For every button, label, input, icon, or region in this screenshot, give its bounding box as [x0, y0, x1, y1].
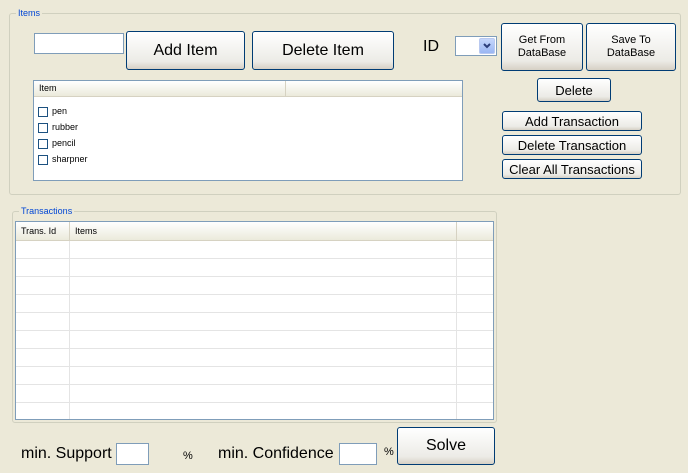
column-header-items-label: Items — [75, 226, 98, 236]
get-from-database-button[interactable]: Get From DataBase — [501, 23, 583, 71]
delete-item-button[interactable]: Delete Item — [252, 31, 394, 70]
item-name-input[interactable] — [34, 33, 124, 54]
table-row[interactable] — [16, 385, 493, 403]
delete-item-label: Delete Item — [282, 41, 364, 59]
get-from-database-label: Get From DataBase — [517, 34, 567, 59]
solve-label: Solve — [425, 437, 467, 454]
percent-symbol: % — [183, 450, 193, 462]
table-row[interactable] — [16, 403, 493, 419]
list-item-label: pencil — [52, 138, 76, 148]
add-transaction-button[interactable]: Add Transaction — [502, 111, 642, 131]
add-transaction-label: Add Transaction — [525, 113, 619, 129]
transactions-grid[interactable]: Trans. Id Items — [15, 221, 494, 420]
list-item-label: sharpner — [52, 154, 88, 164]
table-row[interactable] — [16, 277, 493, 295]
min-confidence-label: min. Confidence — [218, 445, 334, 462]
id-select[interactable] — [455, 36, 497, 56]
list-item[interactable]: pencil — [38, 137, 76, 150]
delete-transaction-label: Delete Transaction — [517, 137, 627, 153]
items-list-header: Item — [34, 81, 462, 97]
id-label: ID — [423, 38, 439, 55]
table-row[interactable] — [16, 367, 493, 385]
checkbox[interactable] — [38, 138, 48, 149]
delete-transaction-button[interactable]: Delete Transaction — [502, 135, 642, 155]
column-header-item-label: Item — [39, 83, 57, 93]
min-support-input[interactable] — [116, 443, 149, 465]
min-confidence-input[interactable] — [339, 443, 377, 465]
checkbox[interactable] — [38, 122, 48, 133]
chevron-down-icon[interactable] — [479, 38, 495, 54]
save-to-database-button[interactable]: Save To DataBase — [586, 23, 676, 71]
items-listview[interactable]: Item pen rubber pencil sharpner — [33, 80, 463, 181]
table-row[interactable] — [16, 313, 493, 331]
min-support-label: min. Support — [21, 445, 112, 462]
delete-label: Delete — [555, 82, 593, 98]
transactions-group-caption: Transactions — [19, 205, 75, 217]
list-item-label: pen — [52, 106, 68, 116]
save-to-database-label: Save To DataBase — [606, 34, 656, 59]
list-item[interactable]: pen — [38, 105, 67, 118]
items-group-caption: Items — [16, 7, 43, 19]
list-item[interactable]: sharpner — [38, 153, 88, 166]
column-header-trans-id[interactable]: Trans. Id — [16, 222, 70, 240]
column-header-items[interactable]: Items — [70, 222, 457, 240]
table-row[interactable] — [16, 259, 493, 277]
table-row[interactable] — [16, 241, 493, 259]
list-item-label: rubber — [52, 122, 79, 132]
clear-all-transactions-label: Clear All Transactions — [509, 161, 635, 177]
add-item-label: Add Item — [153, 41, 218, 59]
checkbox[interactable] — [38, 106, 48, 117]
table-row[interactable] — [16, 349, 493, 367]
column-header-trans-id-label: Trans. Id — [21, 226, 57, 236]
list-item[interactable]: rubber — [38, 121, 78, 134]
table-row[interactable] — [16, 331, 493, 349]
solve-button[interactable]: Solve — [397, 427, 495, 465]
checkbox[interactable] — [38, 154, 48, 165]
delete-button[interactable]: Delete — [537, 78, 611, 102]
add-item-button[interactable]: Add Item — [126, 31, 245, 70]
transactions-grid-header: Trans. Id Items — [16, 222, 493, 241]
percent-symbol: % — [384, 446, 394, 458]
column-header-item[interactable]: Item — [34, 81, 286, 96]
clear-all-transactions-button[interactable]: Clear All Transactions — [502, 159, 642, 179]
table-row[interactable] — [16, 295, 493, 313]
